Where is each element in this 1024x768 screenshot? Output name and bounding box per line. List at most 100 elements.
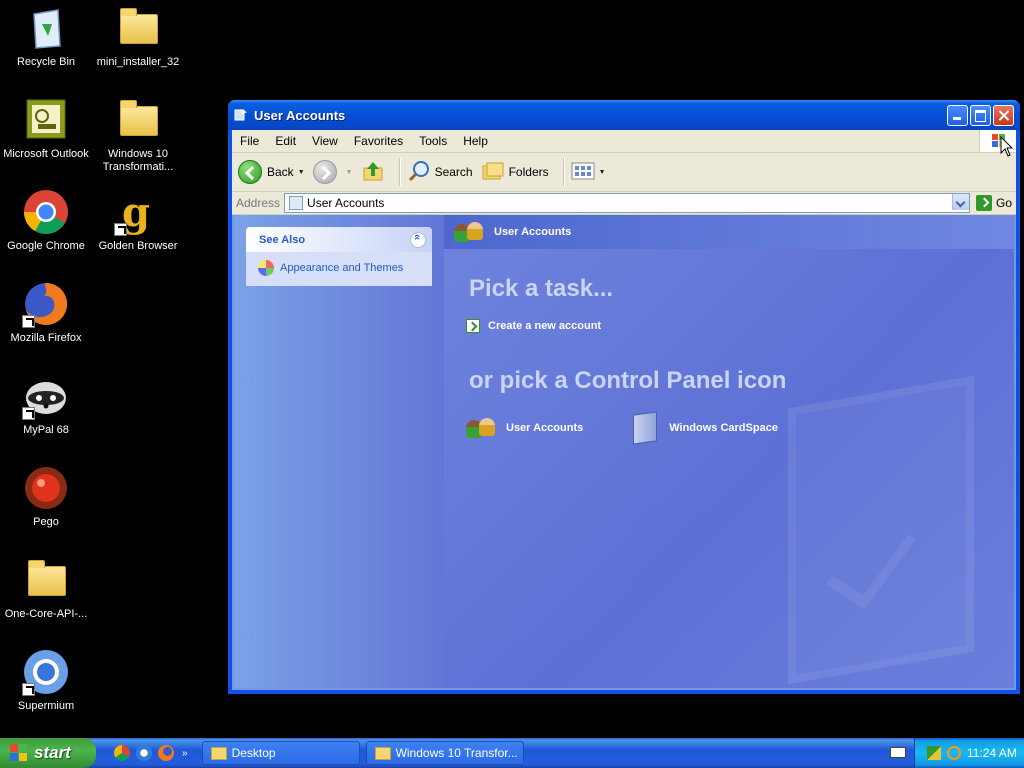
- desktop-icon-firefox[interactable]: Mozilla Firefox: [0, 280, 92, 345]
- desktop-icon-mini-installer[interactable]: mini_installer_32: [92, 4, 184, 69]
- address-field[interactable]: User Accounts: [284, 193, 970, 213]
- menu-file[interactable]: File: [232, 134, 267, 148]
- cp-icon-label: Windows CardSpace: [669, 422, 778, 434]
- desktop-icon-pego[interactable]: Pego: [0, 464, 92, 529]
- desktop-icon-label: MyPal 68: [23, 424, 69, 436]
- pick-task-heading: Pick a task...: [469, 275, 614, 302]
- taskbar-button-label: Desktop: [231, 746, 276, 760]
- menu-view[interactable]: View: [304, 134, 346, 148]
- see-also-item-label: Appearance and Themes: [280, 262, 404, 274]
- user-accounts-title-icon: [234, 108, 248, 122]
- keyboard-icon[interactable]: [890, 747, 906, 758]
- forward-dropdown-icon[interactable]: ▼: [346, 169, 353, 176]
- desktop-icon-outlook[interactable]: Microsoft Outlook: [0, 96, 92, 161]
- window-title: User Accounts: [254, 107, 346, 123]
- quicklaunch-firefox-icon[interactable]: [158, 745, 174, 761]
- search-icon: [407, 159, 431, 186]
- window-titlebar[interactable]: User Accounts: [228, 100, 1020, 130]
- shortcut-arrow-icon: [22, 407, 35, 420]
- start-button[interactable]: start: [0, 738, 96, 768]
- appearance-themes-icon: [258, 260, 274, 276]
- collapse-chevron-icon[interactable]: [410, 231, 426, 248]
- go-label: Go: [995, 196, 1012, 210]
- main-pane: User Accounts Pick a task... Create a ne…: [444, 215, 1014, 688]
- desktop-icon-label: Recycle Bin: [16, 56, 76, 68]
- close-button[interactable]: [993, 104, 1014, 126]
- see-also-header[interactable]: See Also: [246, 227, 432, 252]
- desktop-icon-mypal[interactable]: MyPal 68: [0, 372, 92, 437]
- go-button[interactable]: Go: [975, 195, 1012, 211]
- folder-icon: [22, 556, 70, 604]
- desktop-icon-golden-browser[interactable]: g Golden Browser: [92, 188, 184, 253]
- toolbar-separator: [562, 158, 565, 186]
- up-button[interactable]: [361, 159, 385, 186]
- tray-search-icon[interactable]: [947, 746, 961, 760]
- tray-network-icon[interactable]: [927, 746, 941, 760]
- user-accounts-icon: [466, 416, 496, 440]
- supermium-icon: [22, 648, 70, 696]
- taskbar-button-windows10[interactable]: Windows 10 Transfor...: [365, 741, 524, 765]
- menu-help[interactable]: Help: [455, 134, 496, 148]
- address-label: Address: [236, 196, 281, 210]
- create-account-link[interactable]: Create a new account: [466, 319, 1014, 333]
- start-label: start: [34, 743, 71, 762]
- quicklaunch-chrome-icon[interactable]: [114, 745, 130, 761]
- main-header: User Accounts: [444, 215, 1014, 249]
- views-button[interactable]: ▼: [571, 161, 606, 184]
- desktop-icon-label: Windows 10 Transformati...: [102, 148, 174, 173]
- outlook-icon: [22, 96, 70, 144]
- desktop-icon-recycle-bin[interactable]: Recycle Bin: [0, 4, 92, 69]
- menu-edit[interactable]: Edit: [267, 134, 304, 148]
- golden-browser-icon: g: [114, 188, 162, 236]
- menu-tools[interactable]: Tools: [411, 134, 455, 148]
- see-also-item-appearance[interactable]: Appearance and Themes: [246, 252, 432, 286]
- clock[interactable]: 11:24 AM: [967, 746, 1017, 760]
- desktop-icon-label: Golden Browser: [98, 240, 178, 252]
- recycle-bin-icon: [22, 4, 70, 52]
- back-arrow-icon: [238, 160, 262, 184]
- forward-button[interactable]: ▼: [312, 160, 353, 184]
- quicklaunch-ie-icon[interactable]: [136, 745, 152, 761]
- address-dropdown-button[interactable]: [951, 194, 969, 210]
- search-button[interactable]: Search: [407, 159, 473, 186]
- menu-bar: File Edit View Favorites Tools Help: [232, 130, 1016, 153]
- maximize-button[interactable]: [970, 104, 991, 126]
- quicklaunch-more-chevron-icon[interactable]: »: [182, 748, 188, 759]
- mypal-icon: [22, 372, 70, 420]
- folders-button[interactable]: Folders: [481, 159, 549, 186]
- content-area: See Also Appearance and Themes User Acco…: [232, 215, 1016, 690]
- shortcut-arrow-icon: [22, 315, 35, 328]
- firefox-icon: [22, 280, 70, 328]
- search-label: Search: [434, 165, 473, 179]
- desktop-icon-windows10[interactable]: Windows 10 Transformati...: [92, 96, 184, 174]
- back-dropdown-icon[interactable]: ▼: [298, 169, 305, 176]
- menu-favorites[interactable]: Favorites: [346, 134, 411, 148]
- shortcut-arrow-icon: [22, 683, 35, 696]
- user-accounts-window: User Accounts File Edit View Favorites T…: [228, 100, 1020, 694]
- cp-icon-label: User Accounts: [506, 422, 584, 434]
- desktop-icon-label: Google Chrome: [7, 240, 85, 252]
- desktop-icon-label: Supermium: [17, 700, 75, 712]
- toolbar-separator: [398, 158, 401, 186]
- folders-label: Folders: [508, 165, 549, 179]
- folders-icon: [481, 159, 505, 186]
- window-client: File Edit View Favorites Tools Help Back…: [232, 130, 1016, 690]
- desktop-icon-label: Mozilla Firefox: [10, 332, 82, 344]
- cp-icon-user-accounts[interactable]: User Accounts: [466, 413, 583, 443]
- desktop-icon-chrome[interactable]: Google Chrome: [0, 188, 92, 253]
- cp-icon-windows-cardspace[interactable]: Windows CardSpace: [633, 411, 778, 445]
- see-also-panel: See Also Appearance and Themes: [246, 227, 432, 286]
- taskbar-button-desktop[interactable]: Desktop: [201, 741, 360, 765]
- mouse-cursor-icon: [1000, 135, 1014, 161]
- back-label: Back: [267, 165, 294, 179]
- desktop-icon-label: One-Core-API-...: [4, 608, 88, 620]
- back-button[interactable]: Back ▼: [238, 160, 305, 184]
- folder-icon: [210, 746, 227, 760]
- desktop-icon-one-core-api[interactable]: One-Core-API-...: [0, 556, 92, 621]
- folder-icon: [374, 746, 391, 760]
- views-dropdown-icon[interactable]: ▼: [599, 169, 606, 176]
- minimize-button[interactable]: [947, 104, 968, 126]
- create-account-label: Create a new account: [488, 320, 602, 332]
- desktop-icon-supermium[interactable]: Supermium: [0, 648, 92, 713]
- taskbar-button-label: Windows 10 Transfor...: [395, 746, 518, 760]
